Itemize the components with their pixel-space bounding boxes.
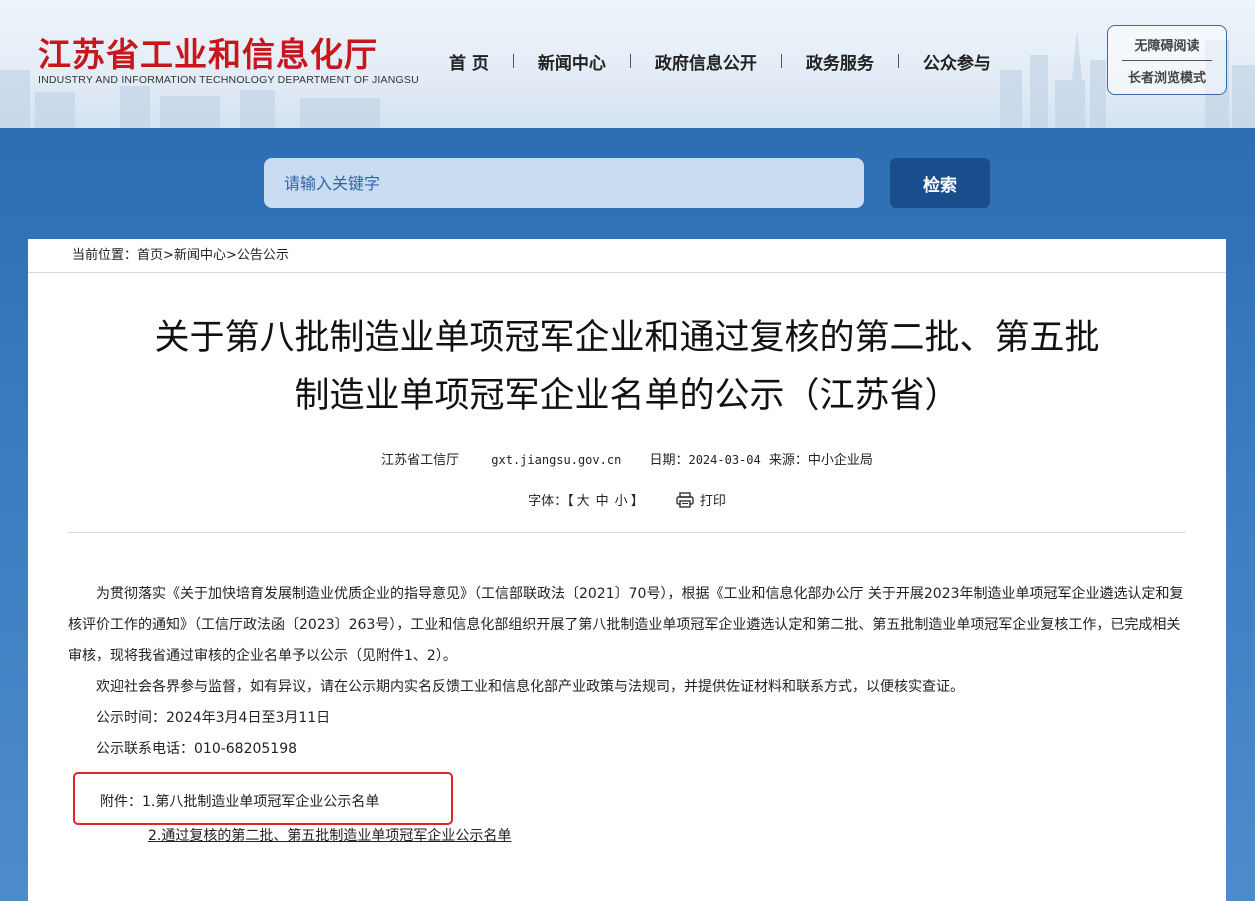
- article-notice-period: 公示时间：2024年3月4日至3月11日: [96, 710, 331, 726]
- article-source-label: 来源：: [768, 453, 808, 468]
- site-logo-title[interactable]: 江苏省工业和信息化厅: [38, 28, 378, 76]
- article-divider: [68, 532, 1186, 533]
- article-publisher: 江苏省工信厅: [381, 453, 460, 468]
- breadcrumb-prefix: 当前位置：: [72, 248, 138, 263]
- site-header: 江苏省工业和信息化厅 INDUSTRY AND INFORMATION TECH…: [0, 0, 1255, 128]
- font-size-large[interactable]: 大: [574, 494, 593, 509]
- article-site: gxt.jiangsu.gov.cn: [491, 453, 622, 467]
- breadcrumb-news-center[interactable]: 新闻中心: [174, 248, 226, 263]
- article-date-label: 日期：: [649, 453, 689, 468]
- article-contact-phone: 公示联系电话：010-68205198: [96, 741, 298, 757]
- article-meta: 江苏省工信厅 gxt.jiangsu.gov.cn 日期：2024-03-04 …: [28, 449, 1226, 468]
- printer-icon: [676, 492, 694, 508]
- attachment-row-2: 2.通过复核的第二批、第五批制造业单项冠军企业公示名单: [148, 825, 511, 845]
- article-tools: 字体：【大中小】 打印: [28, 490, 1226, 509]
- nav-home[interactable]: 首 页: [425, 49, 513, 74]
- nav-public-participation[interactable]: 公众参与: [899, 49, 1015, 74]
- nav-gov-services[interactable]: 政务服务: [782, 49, 898, 74]
- accessible-reading-button[interactable]: 无障碍阅读: [1108, 35, 1226, 54]
- article-paragraph: 为贯彻落实《关于加快培育发展制造业优质企业的指导意见》（工信部联政法〔2021〕…: [68, 586, 1184, 664]
- article-panel: 当前位置：首页>新闻中心>公告公示 关于第八批制造业单项冠军企业和通过复核的第二…: [28, 239, 1226, 901]
- elder-mode-button[interactable]: 长者浏览模式: [1108, 67, 1226, 86]
- article-title-line-1: 关于第八批制造业单项冠军企业和通过复核的第二批、第五批: [154, 318, 1100, 358]
- breadcrumb-announcements[interactable]: 公告公示: [237, 248, 289, 263]
- attachment-link-2[interactable]: 2.通过复核的第二批、第五批制造业单项冠军企业公示名单: [148, 828, 511, 844]
- breadcrumb: 当前位置：首页>新闻中心>公告公示: [28, 239, 1226, 273]
- print-label: 打印: [699, 494, 726, 509]
- main-nav: 首 页 新闻中心 政府信息公开 政务服务 公众参与: [425, 48, 1015, 74]
- article-paragraph: 欢迎社会各界参与监督，如有异议，请在公示期内实名反馈工业和信息化部产业政策与法规…: [96, 679, 964, 695]
- article-title-line-2: 制造业单项冠军企业名单的公示（江苏省）: [294, 376, 960, 416]
- print-button[interactable]: 打印: [676, 492, 726, 509]
- font-size-bracket-end: 】: [630, 494, 644, 509]
- breadcrumb-home[interactable]: 首页: [137, 248, 163, 263]
- article-body: 为贯彻落实《关于加快培育发展制造业优质企业的指导意见》（工信部联政法〔2021〕…: [68, 579, 1186, 765]
- accessibility-panel: 无障碍阅读 长者浏览模式: [1107, 25, 1227, 95]
- nav-news-center[interactable]: 新闻中心: [514, 49, 630, 74]
- nav-gov-info[interactable]: 政府信息公开: [631, 49, 781, 74]
- article-date: 2024-03-04: [688, 453, 761, 467]
- site-logo-subtitle: INDUSTRY AND INFORMATION TECHNOLOGY DEPA…: [38, 74, 419, 86]
- search-input[interactable]: [264, 158, 864, 208]
- highlight-annotation-box: [73, 772, 453, 825]
- accessibility-divider: [1122, 60, 1212, 61]
- article-source: 中小企业局: [807, 453, 873, 468]
- breadcrumb-separator: >: [163, 248, 174, 263]
- font-size-label: 字体：【: [528, 494, 574, 509]
- article-title: 关于第八批制造业单项冠军企业和通过复核的第二批、第五批 制造业单项冠军企业名单的…: [68, 309, 1186, 425]
- font-size-medium[interactable]: 中: [593, 494, 612, 509]
- font-size-small[interactable]: 小: [612, 494, 631, 509]
- breadcrumb-separator: >: [225, 248, 237, 263]
- search-button[interactable]: 检索: [890, 158, 990, 208]
